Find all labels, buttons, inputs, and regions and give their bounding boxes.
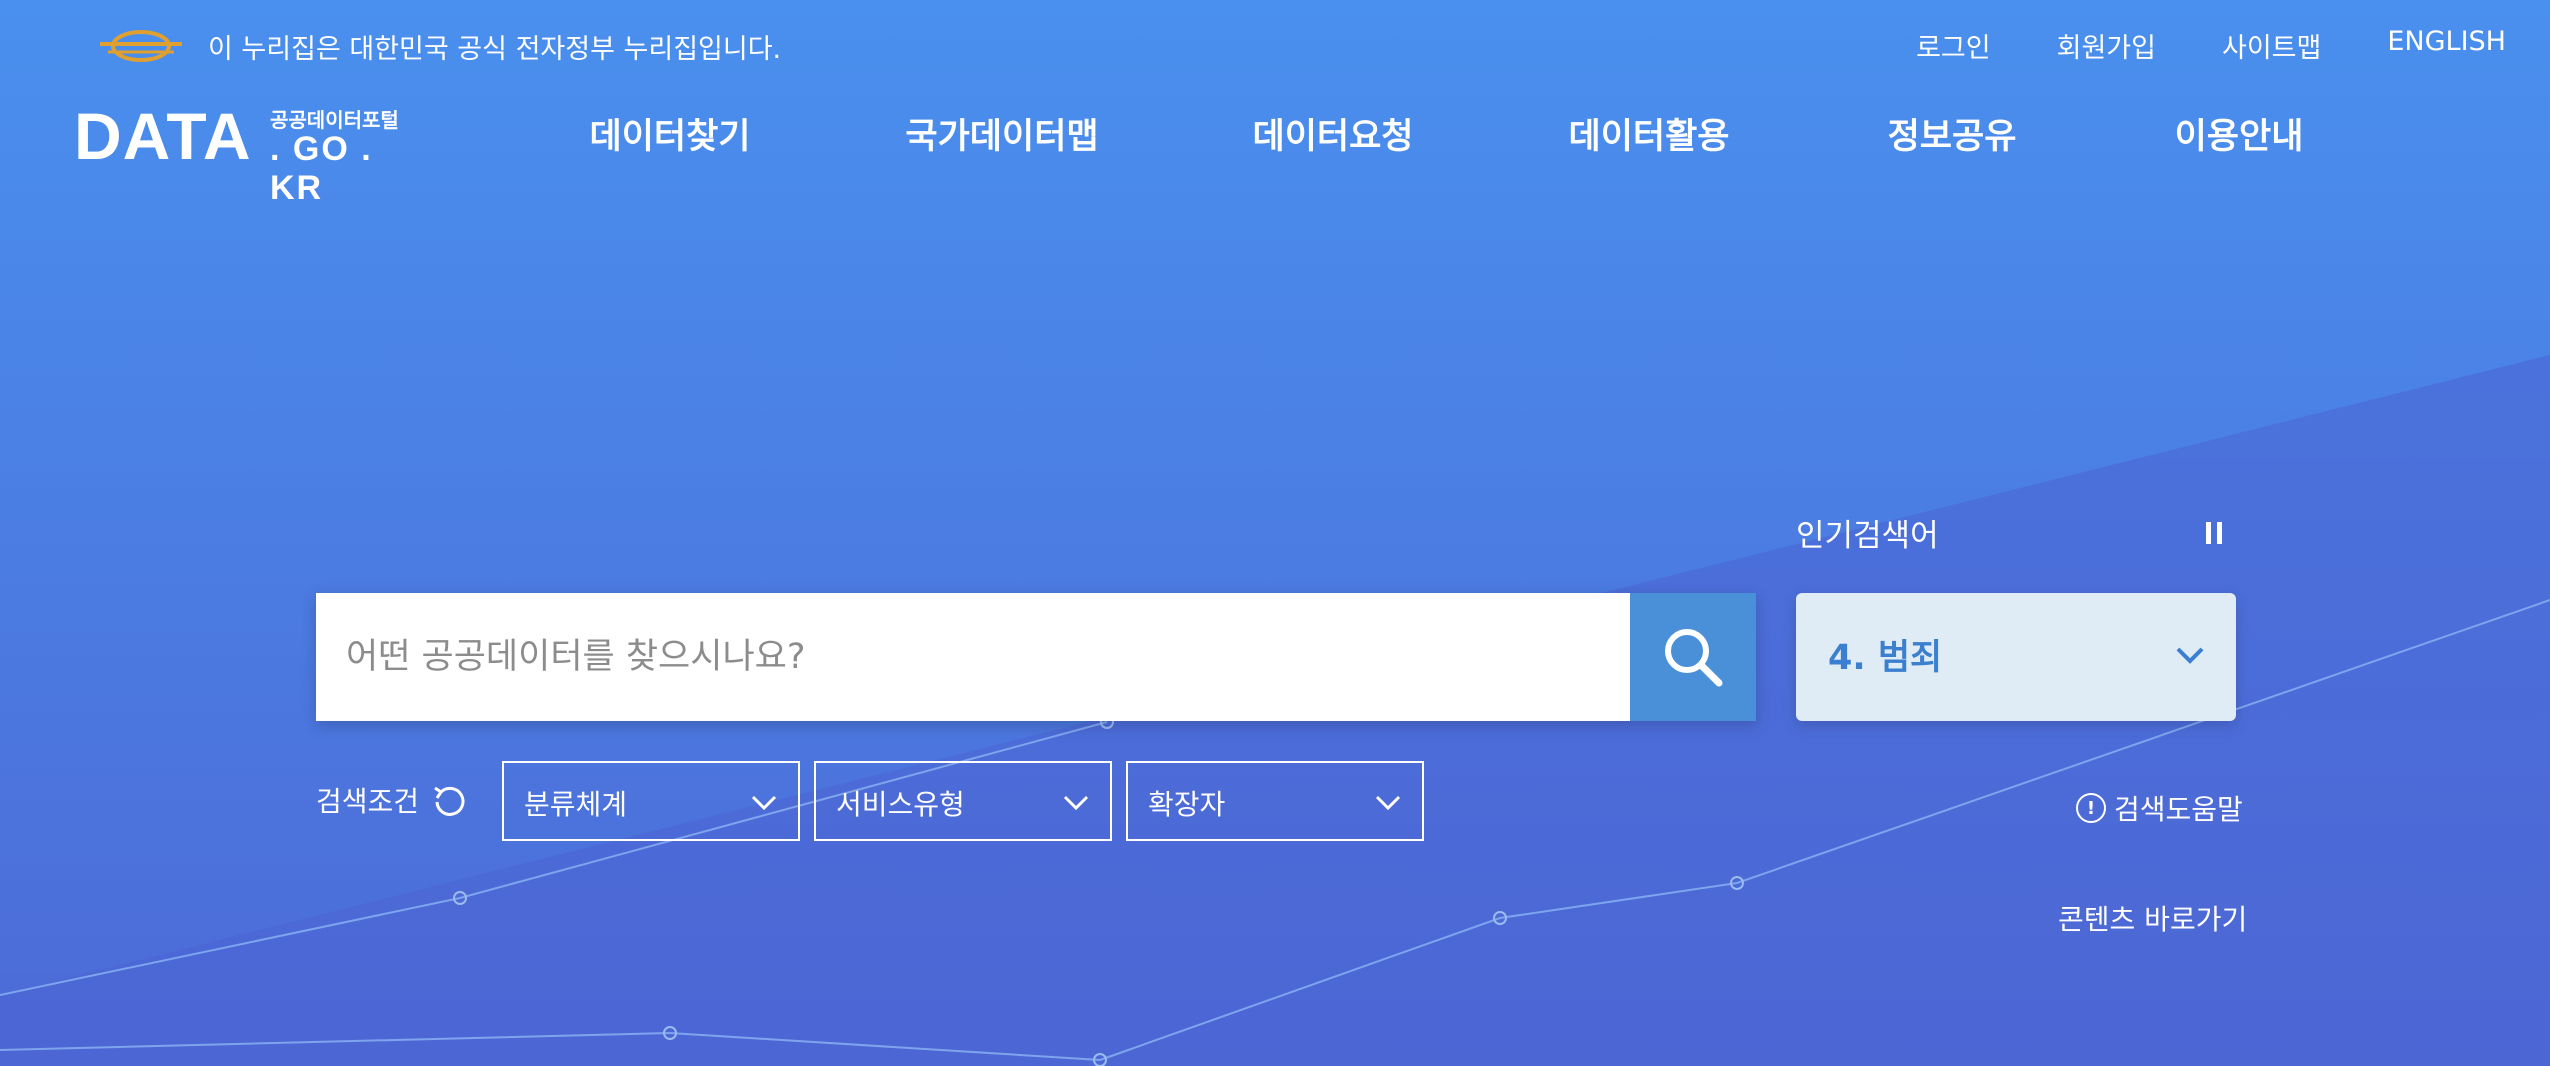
nav-item-info-share[interactable]: 정보공유 [1888, 108, 2017, 159]
popular-keywords-label: 인기검색어 [1796, 518, 1939, 554]
search-icon [1665, 629, 1723, 687]
search-conditions-label: 검색조건 [316, 785, 420, 818]
nav-item-data-request[interactable]: 데이터요청 [1252, 108, 1413, 159]
popular-keyword-current: 4. 범죄 [1828, 638, 1943, 678]
sitemap-link[interactable]: 사이트맵 [2222, 26, 2321, 65]
classification-select[interactable]: 분류체계 [502, 761, 800, 841]
nav-item-national-data-map[interactable]: 국가데이터맵 [905, 108, 1098, 159]
search-help-label: 검색도움말 [2114, 793, 2243, 826]
english-link[interactable]: ENGLISH [2387, 26, 2506, 65]
refresh-icon[interactable] [431, 782, 467, 818]
search-bar [316, 593, 1756, 721]
service-type-select-label: 서비스유형 [836, 788, 965, 821]
extension-select[interactable]: 확장자 [1126, 761, 1424, 841]
chevron-down-icon [751, 795, 777, 811]
content-shortcut-link[interactable]: 콘텐츠 바로가기 [2058, 898, 2247, 938]
chevron-down-icon [1375, 795, 1401, 811]
egov-emblem-icon [100, 30, 182, 62]
gov-official-banner: 이 누리집은 대한민국 공식 전자정부 누리집입니다. [96, 20, 781, 72]
extension-select-label: 확장자 [1148, 788, 1226, 821]
search-help-link[interactable]: ! 검색도움말 [2076, 788, 2243, 828]
popular-keywords-dropdown[interactable]: 4. 범죄 [1796, 593, 2236, 721]
main-nav: 데이터찾기 국가데이터맵 데이터요청 데이터활용 정보공유 이용안내 [0, 108, 2550, 168]
pause-icon[interactable] [2206, 522, 2226, 544]
nav-item-data-use[interactable]: 데이터활용 [1568, 108, 1729, 159]
nav-item-guide[interactable]: 이용안내 [2175, 108, 2304, 159]
gov-banner-text: 이 누리집은 대한민국 공식 전자정부 누리집입니다. [208, 33, 782, 65]
nav-item-data-search[interactable]: 데이터찾기 [589, 108, 750, 159]
utility-nav: 로그인 회원가입 사이트맵 ENGLISH [1916, 26, 2506, 65]
service-type-select[interactable]: 서비스유형 [814, 761, 1112, 841]
chevron-down-icon [2176, 647, 2204, 664]
info-icon: ! [2076, 793, 2106, 823]
search-button[interactable] [1630, 593, 1756, 721]
login-link[interactable]: 로그인 [1916, 26, 1991, 65]
search-conditions: 검색조건 [316, 780, 467, 820]
signup-link[interactable]: 회원가입 [2057, 26, 2156, 65]
search-input[interactable] [316, 593, 1626, 721]
classification-select-label: 분류체계 [524, 788, 628, 821]
chevron-down-icon [1063, 795, 1089, 811]
